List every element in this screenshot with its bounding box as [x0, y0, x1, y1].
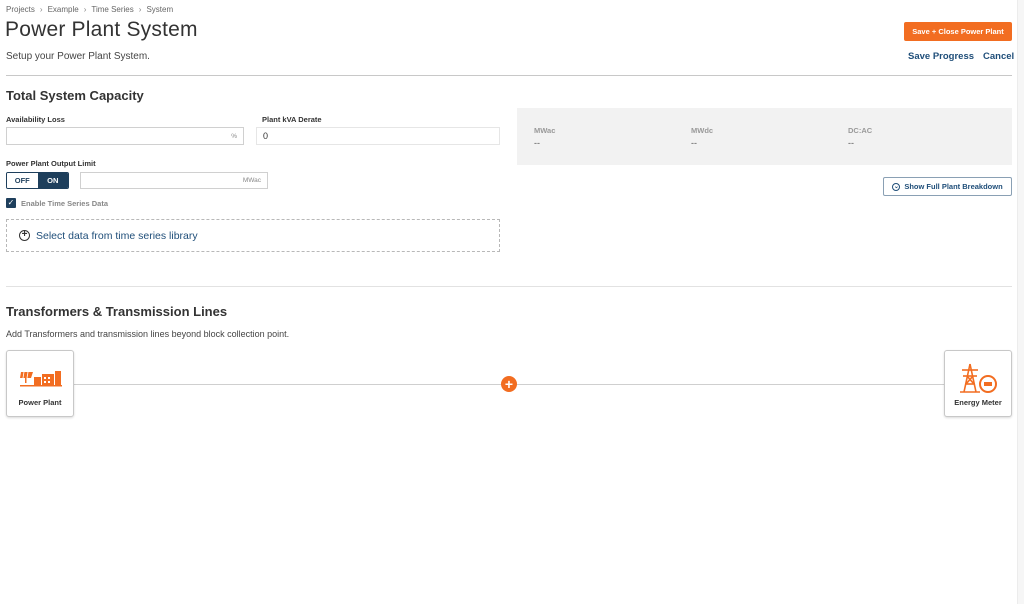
add-circle-icon[interactable]: +	[501, 376, 517, 392]
capacity-stats-panel: MWac -- MWdc -- DC:AC --	[517, 108, 1012, 165]
toggle-off-option[interactable]: OFF	[7, 173, 38, 188]
chevron-right-icon: ›	[39, 5, 43, 14]
chevron-right-icon: ›	[83, 5, 87, 14]
solar-plant-icon	[20, 371, 62, 387]
output-limit-input[interactable]: MWac	[80, 172, 268, 189]
transmission-tower-meter-icon	[960, 363, 997, 393]
energy-meter-node[interactable]: Energy Meter	[944, 350, 1012, 417]
transformers-section-title: Transformers & Transmission Lines	[6, 304, 228, 319]
select-time-series-button[interactable]: + Select data from time series library	[6, 219, 500, 252]
power-plant-label: Power Plant	[18, 398, 62, 407]
stat-label: MWdc	[691, 126, 714, 135]
stat-mwac: MWac --	[534, 126, 555, 148]
plus-circle-icon: +	[19, 230, 30, 241]
breadcrumb-time-series[interactable]: Time Series	[91, 5, 133, 14]
scrollbar[interactable]	[1017, 0, 1024, 604]
toggle-on-option[interactable]: ON	[37, 173, 68, 188]
select-time-series-label: Select data from time series library	[36, 229, 198, 242]
save-progress-link[interactable]: Save Progress	[908, 51, 974, 62]
mwac-unit: MWac	[242, 177, 261, 184]
availability-loss-label: Availability Loss	[6, 115, 65, 124]
show-breakdown-label: Show Full Plant Breakdown	[904, 182, 1003, 191]
availability-loss-input[interactable]: %	[6, 127, 244, 145]
breadcrumb-system: System	[146, 5, 174, 14]
breadcrumb-example[interactable]: Example	[48, 5, 79, 14]
time-series-checkbox-label: Enable Time Series Data	[21, 199, 108, 208]
power-plant-node[interactable]: Power Plant	[6, 350, 74, 417]
kva-derate-label: Plant kVA Derate	[262, 115, 322, 124]
kva-derate-input[interactable]: 0	[256, 127, 500, 145]
page-title: Power Plant System	[5, 18, 198, 41]
save-close-button[interactable]: Save + Close Power Plant	[904, 22, 1012, 41]
chevron-down-circle-icon: ⌄	[892, 182, 901, 191]
page-subtitle: Setup your Power Plant System.	[6, 51, 150, 62]
chevron-right-icon: ›	[138, 5, 142, 14]
breadcrumb-projects[interactable]: Projects	[6, 5, 35, 14]
energy-meter-label: Energy Meter	[954, 398, 1002, 407]
transformers-description: Add Transformers and transmission lines …	[6, 329, 290, 339]
breadcrumb: Projects › Example › Time Series › Syste…	[6, 5, 173, 14]
percent-unit: %	[231, 132, 237, 140]
stat-label: DC:AC	[848, 126, 873, 135]
output-limit-toggle[interactable]: OFF ON	[6, 172, 69, 189]
time-series-checkbox[interactable]: ✓	[6, 198, 16, 208]
stat-label: MWac	[534, 126, 556, 135]
stat-value: --	[691, 138, 697, 148]
stat-value: --	[848, 138, 854, 148]
divider	[6, 286, 1012, 287]
stat-dc-ac: DC:AC --	[848, 126, 872, 148]
show-breakdown-button[interactable]: ⌄ Show Full Plant Breakdown	[883, 177, 1012, 196]
cancel-link[interactable]: Cancel	[983, 51, 1014, 62]
output-limit-label: Power Plant Output Limit	[6, 159, 96, 168]
stat-mwdc: MWdc --	[691, 126, 713, 148]
kva-derate-value: 0	[263, 131, 269, 141]
stat-value: --	[534, 138, 540, 148]
capacity-section-title: Total System Capacity	[6, 88, 144, 103]
divider	[6, 75, 1012, 76]
